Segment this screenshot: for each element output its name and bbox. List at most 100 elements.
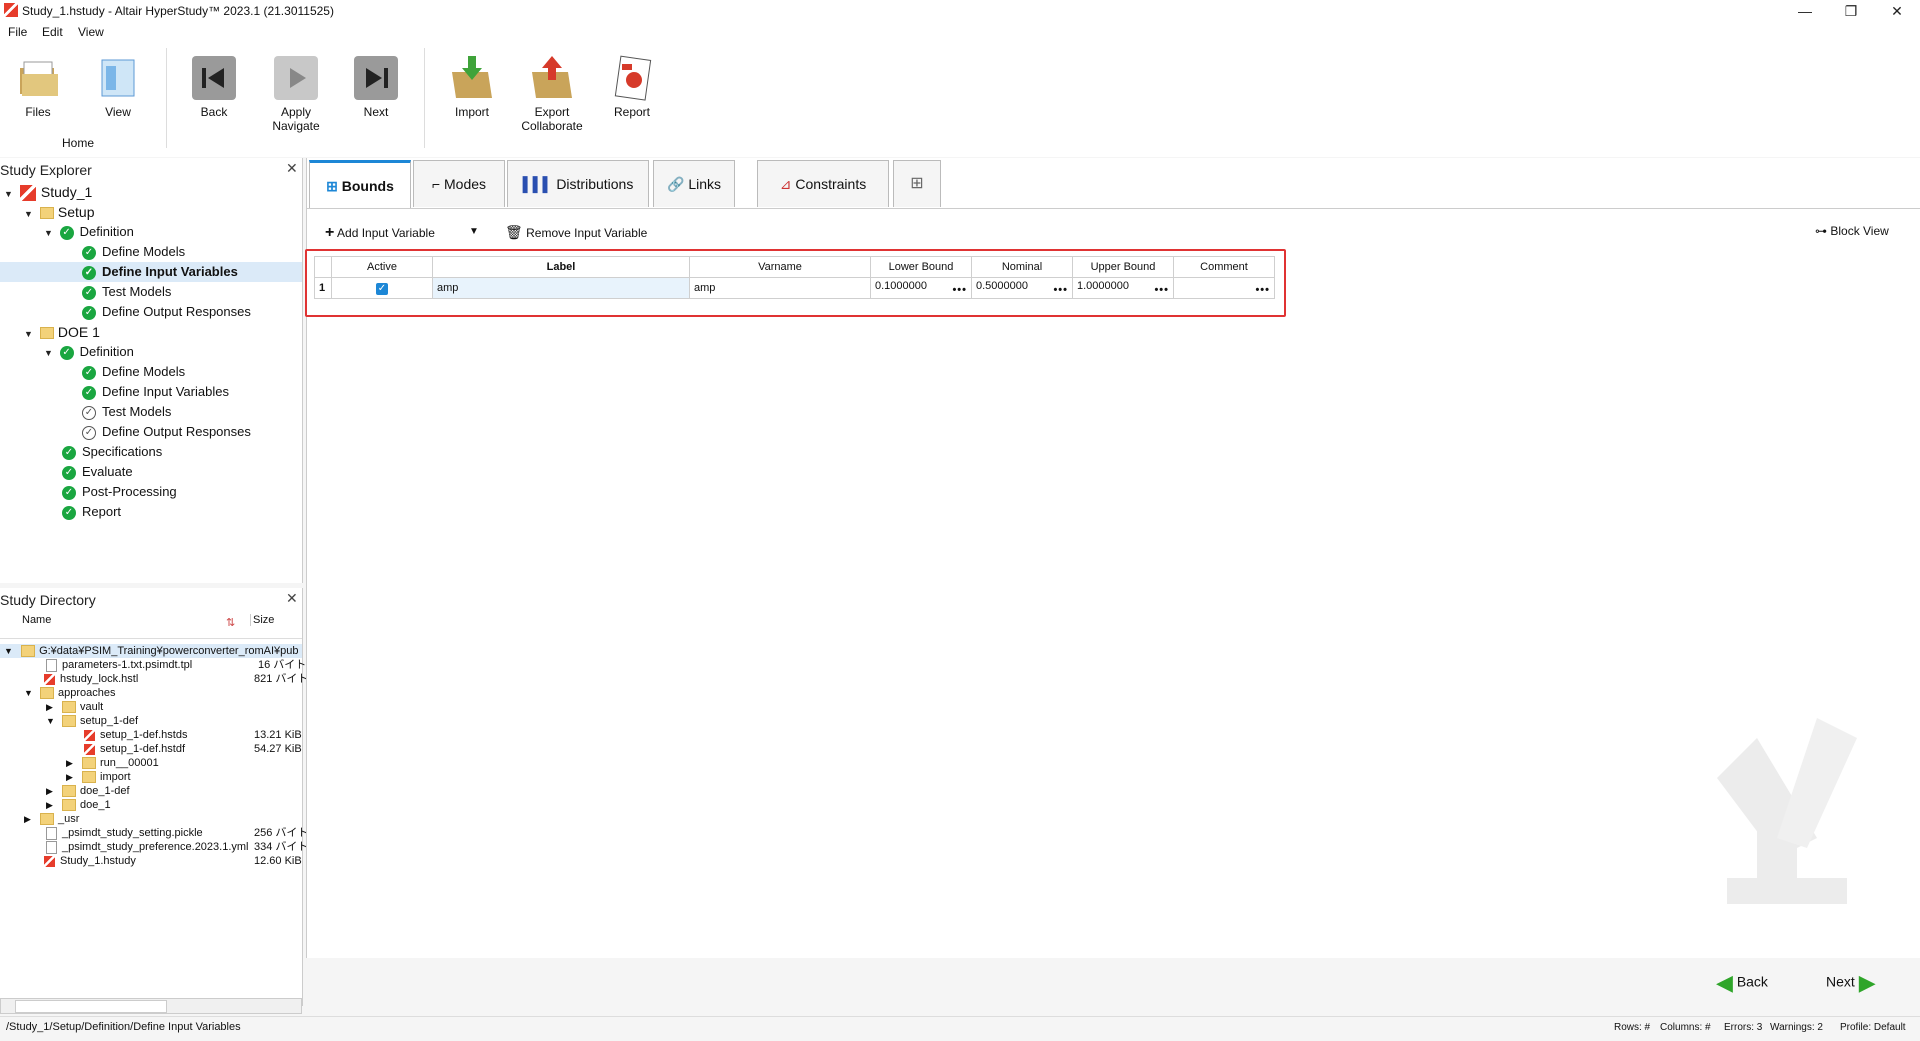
tree-item-define-output-responses[interactable]: ✓ Define Output Responses — [0, 302, 302, 322]
more-options-icon[interactable]: ••• — [1255, 284, 1270, 296]
tree-item-define-output-responses[interactable]: ✓ Define Output Responses — [0, 422, 302, 442]
next-toolbar-button[interactable]: Next — [348, 54, 404, 119]
expand-arrow-icon[interactable]: ▼ — [46, 714, 62, 728]
expand-arrow-icon[interactable]: ▼ — [44, 343, 56, 363]
column-header-nominal[interactable]: Nominal — [971, 256, 1073, 278]
export-collaborate-button[interactable]: Export Collaborate — [518, 54, 586, 133]
more-options-icon[interactable]: ••• — [1053, 284, 1068, 296]
tab-links[interactable]: 🔗 Links — [653, 160, 735, 207]
tab-constraints[interactable]: ⊿ Constraints — [757, 160, 889, 207]
next-nav-button[interactable]: Next ▶ — [1826, 970, 1876, 996]
tree-item-study[interactable]: ▼ Study_1 — [0, 182, 302, 202]
tree-item-evaluate[interactable]: ✓ Evaluate — [0, 462, 302, 482]
tree-item-definition[interactable]: ▼ ✓ Definition — [0, 222, 302, 242]
more-options-icon[interactable]: ••• — [1154, 284, 1169, 296]
column-size-header[interactable]: Size — [250, 614, 274, 626]
tree-item-definition[interactable]: ▼ ✓ Definition — [0, 342, 302, 362]
status-errors[interactable]: Errors: 3 — [1724, 1022, 1762, 1033]
add-dropdown-icon[interactable]: ▼ — [469, 226, 479, 237]
collapse-arrow-icon[interactable]: ▶ — [46, 798, 62, 812]
tree-item-test-models[interactable]: ✓ Test Models — [0, 402, 302, 422]
directory-close-icon[interactable]: ✕ — [286, 590, 298, 607]
tree-item-doe[interactable]: ▼ DOE 1 — [0, 322, 302, 342]
tree-item-report[interactable]: ✓ Report — [0, 502, 302, 522]
import-button[interactable]: Import — [444, 54, 500, 119]
upper-bound-cell[interactable]: 1.0000000 ••• — [1072, 277, 1174, 299]
scrollbar-thumb[interactable] — [15, 1000, 167, 1013]
directory-row[interactable]: _psimdt_study_setting.pickle 256 バイト — [0, 826, 308, 840]
column-header-comment[interactable]: Comment — [1173, 256, 1275, 278]
minimize-button[interactable]: — — [1782, 0, 1828, 22]
horizontal-scrollbar[interactable] — [0, 998, 302, 1014]
column-header-lower-bound[interactable]: Lower Bound — [870, 256, 972, 278]
more-options-icon[interactable]: ••• — [952, 284, 967, 296]
apply-navigate-button[interactable]: Apply Navigate — [266, 54, 326, 133]
expand-arrow-icon[interactable]: ▼ — [24, 204, 36, 224]
tab-modes[interactable]: ⌐ Modes — [413, 160, 505, 207]
directory-row[interactable]: ▼ approaches — [0, 686, 302, 700]
directory-row[interactable]: ▼ setup_1-def — [0, 714, 302, 728]
directory-row[interactable]: ▶ import — [0, 770, 302, 784]
collapse-arrow-icon[interactable]: ▶ — [46, 784, 62, 798]
directory-row[interactable]: _psimdt_study_preference.2023.1.yml 334 バ… — [0, 840, 308, 854]
tab-bounds[interactable]: ⊞ Bounds — [309, 160, 411, 209]
active-checkbox[interactable]: ✓ — [376, 282, 388, 295]
tree-item-post-processing[interactable]: ✓ Post-Processing — [0, 482, 302, 502]
label-cell[interactable]: amp — [432, 277, 690, 299]
expand-arrow-icon[interactable]: ▼ — [24, 324, 36, 344]
column-name-header[interactable]: Name — [22, 614, 51, 626]
status-warnings[interactable]: Warnings: 2 — [1770, 1022, 1823, 1033]
tab-grid[interactable]: ⊞ — [893, 160, 941, 207]
tree-item-define-models[interactable]: ✓ Define Models — [0, 362, 302, 382]
block-view-button[interactable]: ⊶ Block View — [1815, 224, 1889, 238]
files-button[interactable]: Files — [8, 54, 68, 119]
explorer-close-icon[interactable]: ✕ — [286, 160, 298, 177]
directory-row[interactable]: hstudy_lock.hstl 821 バイト — [0, 672, 308, 686]
menu-edit[interactable]: Edit — [42, 25, 63, 39]
tree-item-specifications[interactable]: ✓ Specifications — [0, 442, 302, 462]
column-header-label[interactable]: Label — [432, 256, 690, 278]
tree-item-setup[interactable]: ▼ Setup — [0, 202, 302, 222]
collapse-arrow-icon[interactable]: ▶ — [46, 700, 62, 714]
restore-button[interactable]: ❐ — [1828, 0, 1874, 22]
tab-distributions[interactable]: ▌▌▌ Distributions — [507, 160, 649, 207]
collapse-arrow-icon[interactable]: ▶ — [24, 812, 40, 826]
expand-arrow-icon[interactable]: ▼ — [4, 184, 16, 204]
report-button[interactable]: Report — [604, 54, 660, 119]
menu-view[interactable]: View — [78, 25, 104, 39]
tree-item-define-input-variables[interactable]: ✓ Define Input Variables — [0, 262, 302, 282]
column-header-varname[interactable]: Varname — [689, 256, 871, 278]
tree-item-define-models[interactable]: ✓ Define Models — [0, 242, 302, 262]
directory-row[interactable]: ▶ run__00001 — [0, 756, 302, 770]
directory-row[interactable]: Study_1.hstudy 12.60 KiB — [0, 854, 302, 868]
varname-cell[interactable]: amp — [689, 277, 871, 299]
expand-arrow-icon[interactable]: ▼ — [44, 223, 56, 243]
column-header-upper-bound[interactable]: Upper Bound — [1072, 256, 1174, 278]
directory-row[interactable]: setup_1-def.hstds 13.21 KiB — [0, 728, 302, 742]
directory-row-root[interactable]: ▼ G:¥data¥PSIM_Training¥powerconverter_r… — [0, 644, 302, 658]
directory-row[interactable]: parameters-1.txt.psimdt.tpl 16 バイト — [0, 658, 306, 672]
table-row[interactable]: 1 ✓ amp amp 0.1000000 ••• 0.5000000 ••• 1.… — [314, 277, 1275, 299]
collapse-arrow-icon[interactable]: ▶ — [66, 770, 82, 784]
comment-cell[interactable]: ••• — [1173, 277, 1275, 299]
directory-row[interactable]: ▶ doe_1-def — [0, 784, 302, 798]
active-cell[interactable]: ✓ — [331, 277, 433, 299]
column-header-active[interactable]: Active — [331, 256, 433, 278]
add-input-variable-button[interactable]: + Add Input Variable — [325, 224, 435, 242]
nominal-cell[interactable]: 0.5000000 ••• — [971, 277, 1073, 299]
back-nav-button[interactable]: ◀ Back — [1716, 970, 1768, 996]
directory-row[interactable]: setup_1-def.hstdf 54.27 KiB — [0, 742, 302, 756]
directory-row[interactable]: ▶ doe_1 — [0, 798, 302, 812]
directory-row[interactable]: ▶ vault — [0, 700, 302, 714]
collapse-arrow-icon[interactable]: ▶ — [66, 756, 82, 770]
tree-item-define-input-variables[interactable]: ✓ Define Input Variables — [0, 382, 302, 402]
view-button[interactable]: View — [90, 54, 146, 119]
directory-row[interactable]: ▶ _usr — [0, 812, 302, 826]
close-button[interactable]: ✕ — [1874, 0, 1920, 22]
lower-bound-cell[interactable]: 0.1000000 ••• — [870, 277, 972, 299]
back-toolbar-button[interactable]: Back — [186, 54, 242, 119]
menu-file[interactable]: File — [8, 25, 27, 39]
remove-input-variable-button[interactable]: 🗑 Remove Input Variable — [505, 224, 647, 241]
expand-arrow-icon[interactable]: ▼ — [24, 686, 40, 700]
tree-item-test-models[interactable]: ✓ Test Models — [0, 282, 302, 302]
